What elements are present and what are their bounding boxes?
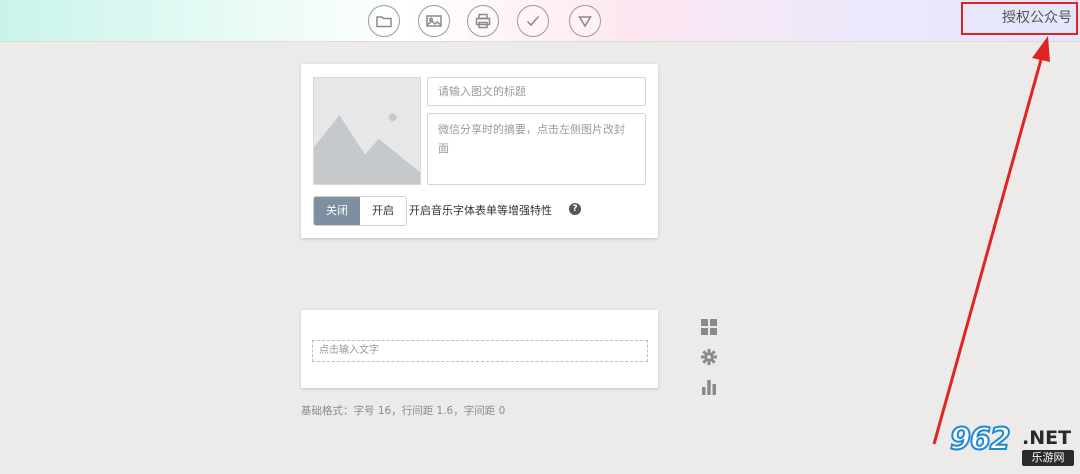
top-toolbar: 授权公众号 (0, 0, 1080, 42)
help-icon[interactable]: ? (569, 203, 581, 215)
article-summary-input[interactable] (427, 113, 646, 185)
site-watermark: 962 .NET 乐游网 (938, 421, 1078, 470)
article-title-input[interactable] (427, 77, 646, 106)
enhanced-features-toggle[interactable]: 关闭 开启 (313, 196, 407, 226)
authorize-account-button[interactable]: 授权公众号 (961, 2, 1078, 35)
check-icon[interactable] (517, 5, 549, 37)
toggle-on-button[interactable]: 开启 (360, 197, 406, 225)
enhanced-features-label: 开启音乐字体表单等增强特性 (409, 204, 552, 217)
watermark-suffix: .NET (1022, 427, 1072, 449)
text-input-area[interactable]: 点击输入文字 (312, 340, 648, 362)
bar-chart-icon[interactable] (700, 378, 718, 396)
cover-image-placeholder[interactable] (313, 77, 421, 185)
watermark-sub: 乐游网 (1022, 450, 1074, 466)
grid-icon[interactable] (700, 318, 718, 336)
folder-icon[interactable] (368, 5, 400, 37)
article-info-card: 关闭 开启 开启音乐字体表单等增强特性 ? (301, 64, 658, 238)
editor-text-card: 点击输入文字 (301, 310, 658, 388)
base-format-info: 基础格式：字号 16，行间距 1.6，字间距 0 (301, 405, 506, 417)
triangle-down-icon[interactable] (569, 5, 601, 37)
image-icon[interactable] (418, 5, 450, 37)
toggle-off-button[interactable]: 关闭 (314, 197, 360, 225)
watermark-number: 962 (949, 421, 1012, 458)
printer-icon[interactable] (467, 5, 499, 37)
gear-icon[interactable] (700, 348, 718, 366)
image-placeholder-icon (314, 78, 420, 184)
